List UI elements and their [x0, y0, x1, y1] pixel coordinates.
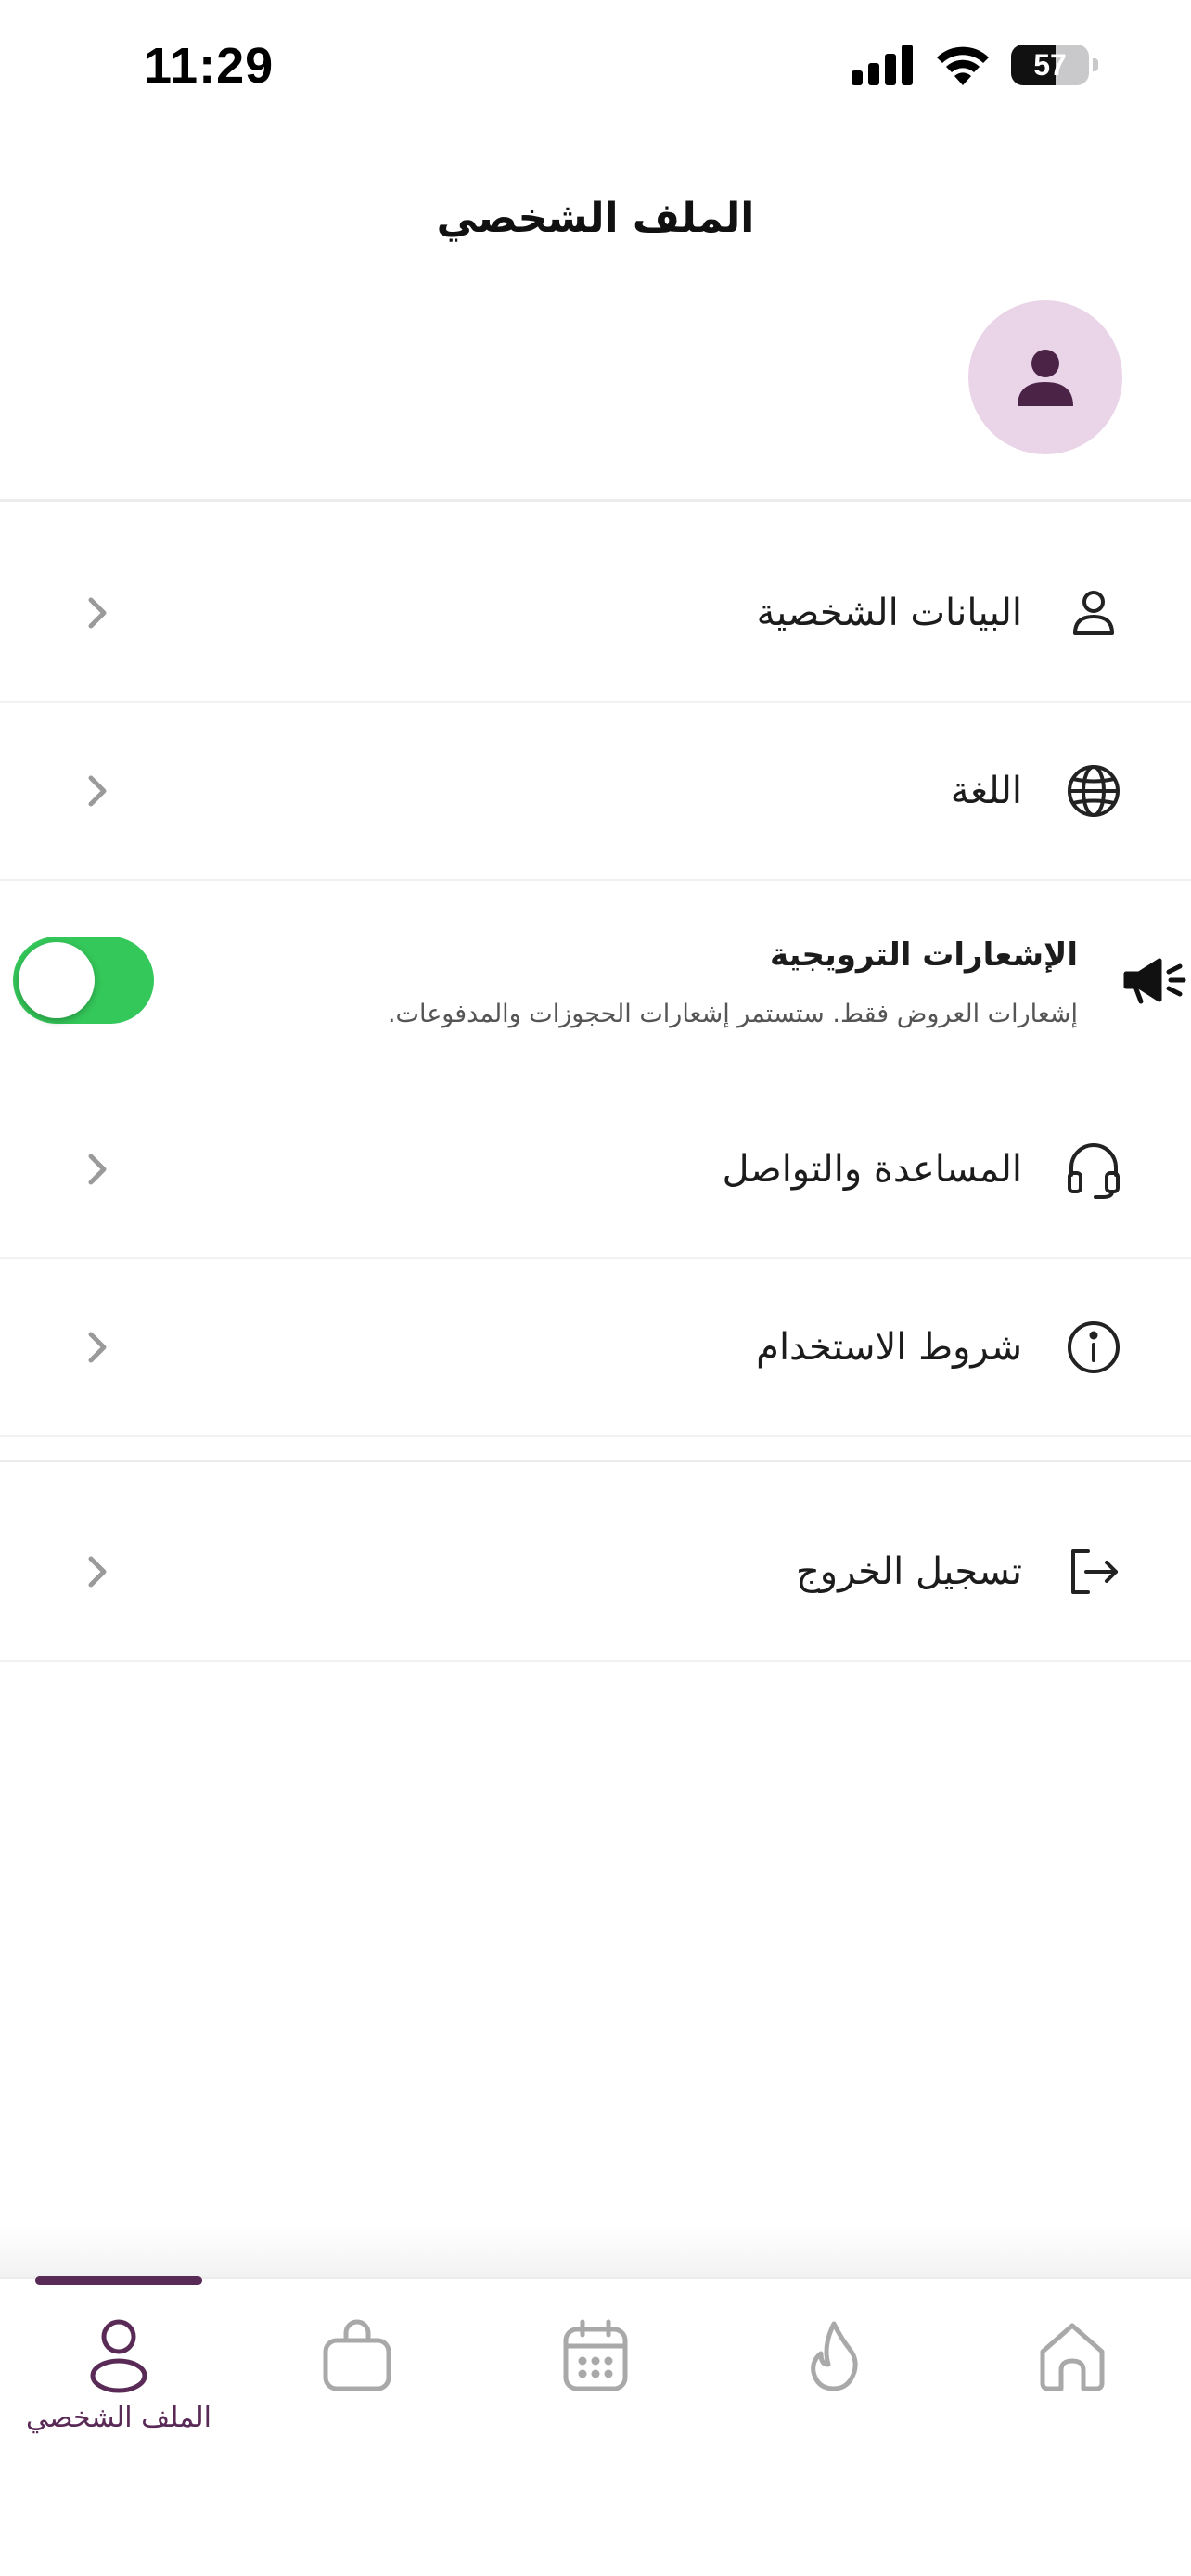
nav-item-profile[interactable]: الملف الشخصي [26, 2318, 211, 2467]
cellular-signal-icon [852, 45, 913, 85]
row-divider [0, 1435, 1191, 1437]
row-divider [0, 1660, 1191, 1662]
globe-icon [1061, 759, 1126, 823]
person-avatar-icon [1018, 350, 1073, 406]
calendar-icon [563, 2319, 628, 2391]
header-divider [0, 499, 1191, 502]
promo-notifications-toggle[interactable] [13, 937, 154, 1024]
info-icon [1061, 1315, 1126, 1380]
avatar[interactable] [968, 300, 1122, 454]
bottom-nav-shadow [0, 2225, 1191, 2281]
menu-item-promo-notifications [0, 890, 1191, 1076]
chevron-icon [88, 1332, 107, 1363]
battery-icon: 57 [1011, 45, 1089, 85]
menu-item-terms-of-use[interactable]: شروط الاستخدام [0, 1259, 1191, 1435]
nav-item-home[interactable] [980, 2318, 1165, 2467]
nav-active-indicator [35, 2276, 202, 2285]
flame-icon [811, 2321, 858, 2391]
toggle-knob [19, 942, 95, 1018]
promo-notifications-subtitle: إشعارات العروض فقط. ستستمر إشعارات الحجو… [387, 1000, 1078, 1028]
megaphone-icon [1123, 958, 1186, 1004]
menu-label-help-support: المساعدة والتواصل [722, 1148, 1022, 1191]
chevron-icon [88, 597, 107, 629]
home-icon [1040, 2323, 1105, 2391]
chevron-icon [88, 775, 107, 807]
person-outline-icon [1061, 580, 1126, 645]
chevron-icon [88, 1154, 107, 1185]
menu-label-language: اللغة [950, 770, 1022, 812]
logout-icon [1061, 1539, 1126, 1604]
menu-item-help-support[interactable]: المساعدة والتواصل [0, 1081, 1191, 1257]
menu-item-logout[interactable]: تسجيل الخروج [0, 1484, 1191, 1660]
nav-item-calendar[interactable] [503, 2318, 688, 2467]
status-time: 11:29 [144, 38, 275, 94]
person-icon [90, 2319, 147, 2393]
profile-screen: 11:29 57 الملف الشخصي البيانات الشخصية ا… [0, 0, 1191, 2576]
battery-level: 57 [1033, 47, 1067, 82]
section-divider [0, 1460, 1191, 1462]
status-icons: 57 [852, 45, 1098, 85]
battery-tip [1093, 58, 1098, 71]
nav-item-fire[interactable] [741, 2318, 927, 2467]
menu-item-language[interactable]: اللغة [0, 703, 1191, 879]
nav-label-profile: الملف الشخصي [26, 2402, 211, 2434]
headset-icon [1061, 1137, 1126, 1202]
promo-notifications-title: الإشعارات الترويجية [770, 937, 1078, 974]
menu-label-personal-data: البيانات الشخصية [756, 592, 1022, 634]
page-title: الملف الشخصي [436, 195, 755, 242]
menu-item-personal-data[interactable]: البيانات الشخصية [0, 525, 1191, 701]
bag-icon [323, 2319, 391, 2391]
row-divider [0, 879, 1191, 881]
wifi-icon [937, 46, 989, 85]
menu-label-terms-of-use: شروط الاستخدام [756, 1326, 1022, 1369]
menu-label-logout: تسجيل الخروج [795, 1550, 1022, 1593]
nav-item-bag[interactable] [264, 2318, 450, 2467]
chevron-icon [88, 1556, 107, 1588]
